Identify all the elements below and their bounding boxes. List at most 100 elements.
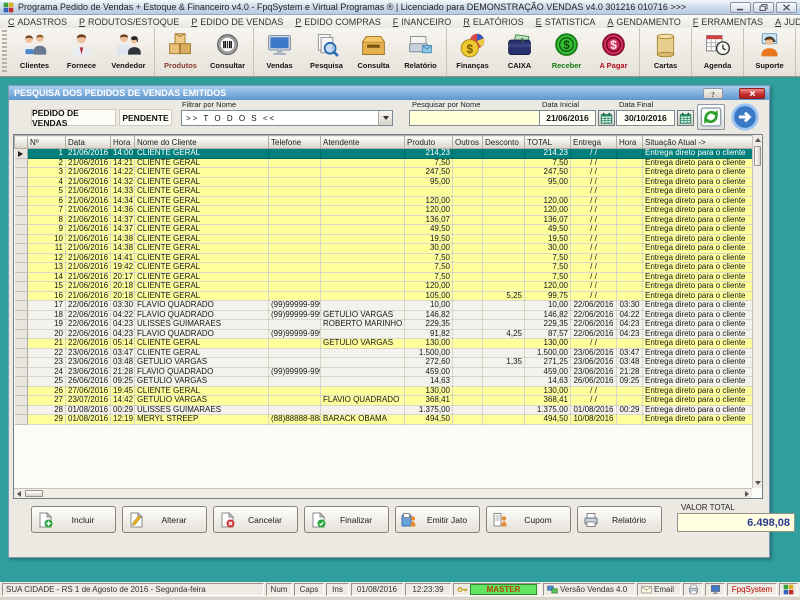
- scroll-left-arrow[interactable]: [14, 489, 24, 499]
- col-header-n[interactable]: Nº: [28, 136, 66, 149]
- table-row[interactable]: 2022/06/201604:23FLÁVIO QUADRADO(99)9999…: [15, 329, 755, 339]
- date-start-calendar-button[interactable]: [598, 110, 615, 126]
- col-header-telefone[interactable]: Telefone: [269, 136, 321, 149]
- action-cancelar[interactable]: Cancelar: [213, 506, 298, 533]
- toolbar-clientes[interactable]: Clientes: [11, 29, 58, 70]
- toolbar-consultar[interactable]: Consultar: [204, 29, 251, 70]
- toolbar-consulta[interactable]: Consulta: [350, 29, 397, 70]
- toolbar-financas[interactable]: Finanças: [449, 29, 496, 70]
- col-header-hora[interactable]: Hora: [111, 136, 135, 149]
- action-emitir-jato[interactable]: Emitir Jato: [395, 506, 480, 533]
- toolbar-vendas[interactable]: Vendas: [256, 29, 303, 70]
- combo-dropdown-button[interactable]: [378, 111, 392, 125]
- toolbar-receber[interactable]: Receber: [543, 29, 590, 70]
- action-relatorio[interactable]: Relatório: [577, 506, 662, 533]
- menu-item-financeiro[interactable]: FINANCEIRO: [387, 17, 458, 27]
- menu-item-ajuda[interactable]: AJUDA: [769, 17, 800, 27]
- table-row[interactable]: 2627/06/201619:45CLIENTE GERAL130,00130,…: [15, 386, 755, 396]
- tab-pedido-de-vendas[interactable]: PEDIDO DE VENDAS: [31, 109, 116, 126]
- col-header-data[interactable]: Data: [66, 136, 111, 149]
- filter-name-combobox[interactable]: >> T O D O S <<: [181, 110, 393, 126]
- minimize-button[interactable]: [730, 2, 751, 13]
- go-search-button[interactable]: [731, 103, 759, 131]
- toolbar-vendedor[interactable]: Vendedor: [105, 29, 152, 70]
- col-header-entrega[interactable]: Entrega: [571, 136, 617, 149]
- action-finalizar[interactable]: Finalizar: [304, 506, 389, 533]
- table-row[interactable]: 1922/06/201604:23ULISSES GUIMARAESROBERT…: [15, 320, 755, 330]
- col-header-total[interactable]: TOTAL: [525, 136, 571, 149]
- menu-item-cadastros[interactable]: CADASTROS: [2, 17, 73, 27]
- toolbar-relatorio[interactable]: Relatório: [397, 29, 444, 70]
- horizontal-scroll-thumb[interactable]: [25, 490, 43, 497]
- toolbar-a-pagar[interactable]: A Pagar: [590, 29, 637, 70]
- action-cupom[interactable]: Cupom: [486, 506, 571, 533]
- col-header-desconto[interactable]: Desconto: [483, 136, 525, 149]
- search-name-input[interactable]: [409, 110, 541, 126]
- table-row[interactable]: 721/06/201614:36CLIENTE GERAL120,00120,0…: [15, 206, 755, 216]
- menu-item-estatistica[interactable]: ESTATISTICA: [530, 17, 602, 27]
- toolbar-agenda[interactable]: Agenda: [694, 29, 741, 70]
- vertical-scroll-thumb[interactable]: [754, 146, 761, 166]
- scroll-up-arrow[interactable]: [753, 135, 763, 145]
- status-screen-button[interactable]: [705, 583, 725, 596]
- table-row[interactable]: 1521/06/201620:18CLIENTE GERAL120,00120,…: [15, 282, 755, 292]
- menu-item-pedido-compras[interactable]: PEDIDO COMPRAS: [289, 17, 387, 27]
- table-row[interactable]: 1722/06/201603:30FLÁVIO QUADRADO(99)9999…: [15, 301, 755, 311]
- toolbar-cartas[interactable]: Cartas: [642, 29, 689, 70]
- toolbar-caixa[interactable]: CAIXA: [496, 29, 543, 70]
- table-row[interactable]: 221/06/201614:21CLIENTE GERAL7,507,50/ /…: [15, 158, 755, 168]
- action-incluir[interactable]: Incluir: [31, 506, 116, 533]
- menu-item-produtos-estoque[interactable]: PRODUTOS/ESTOQUE: [73, 17, 185, 27]
- scroll-down-arrow[interactable]: [753, 478, 763, 488]
- panel-help-button[interactable]: [703, 88, 723, 99]
- close-button[interactable]: [776, 2, 797, 13]
- table-row[interactable]: 2801/08/201600:29ULISSES GUIMARAES1.375,…: [15, 405, 755, 415]
- date-end-input[interactable]: 30/10/2016: [616, 110, 675, 126]
- restore-button[interactable]: [753, 2, 774, 13]
- horizontal-scrollbar[interactable]: [14, 488, 752, 498]
- table-row[interactable]: 2323/06/201603:48GETULIO VARGAS272,601,3…: [15, 358, 755, 368]
- col-header-produto[interactable]: Produto: [405, 136, 453, 149]
- table-row[interactable]: 1221/06/201614:41CLIENTE GERAL7,507,50/ …: [15, 253, 755, 263]
- table-row[interactable]: 2526/06/201609:25GETULIO VARGAS14,6314,6…: [15, 377, 755, 387]
- table-row[interactable]: 921/06/201614:37CLIENTE GERAL49,5049,50/…: [15, 225, 755, 235]
- action-alterar[interactable]: Alterar: [122, 506, 207, 533]
- table-row[interactable]: 1822/06/201604:22FLÁVIO QUADRADO(99)9999…: [15, 310, 755, 320]
- menu-item-relatorios[interactable]: RELATÓRIOS: [457, 17, 529, 27]
- refresh-button[interactable]: [697, 104, 725, 130]
- table-row[interactable]: 2723/07/201614:42GETULIO VARGASFLAVIO QU…: [15, 396, 755, 406]
- col-header-nome-do-cliente[interactable]: Nome do Cliente: [135, 136, 269, 149]
- table-row[interactable]: 121/06/201614:00CLIENTE GERAL214,23214,2…: [15, 149, 755, 159]
- panel-close-button[interactable]: [739, 88, 765, 99]
- table-row[interactable]: 1421/06/201620:17CLIENTE GERAL7,507,50/ …: [15, 272, 755, 282]
- toolbar-fornece[interactable]: Fornece: [58, 29, 105, 70]
- toolbar-pesquisa[interactable]: Pesquisa: [303, 29, 350, 70]
- col-header-situacao-atual[interactable]: Situação Atual ->: [643, 136, 755, 149]
- col-header-hora[interactable]: Hora: [617, 136, 643, 149]
- table-row[interactable]: 1321/06/201619:42CLIENTE GERAL7,507,50/ …: [15, 263, 755, 273]
- date-start-input[interactable]: 21/06/2016: [539, 110, 596, 126]
- vertical-scrollbar[interactable]: [752, 135, 762, 488]
- date-end-calendar-button[interactable]: [677, 110, 694, 126]
- tab-pendente[interactable]: PENDENTE: [119, 109, 172, 126]
- table-row[interactable]: 2122/06/201605:14CLIENTE GERALGETULIO VA…: [15, 339, 755, 349]
- table-row[interactable]: 821/06/201614:37CLIENTE GERAL136,07136,0…: [15, 215, 755, 225]
- table-row[interactable]: 421/06/201614:32CLIENTE GERAL95,0095,00/…: [15, 177, 755, 187]
- scroll-right-arrow[interactable]: [742, 489, 752, 499]
- panel-title-bar[interactable]: PESQUISA DOS PEDIDOS DE VENDAS EMITIDOS: [9, 86, 769, 100]
- col-header-atendente[interactable]: Atendente: [321, 136, 405, 149]
- table-row[interactable]: 621/06/201614:34CLIENTE GERAL120,00120,0…: [15, 196, 755, 206]
- table-row[interactable]: 1621/06/201620:18CLIENTE GERAL105,005,25…: [15, 291, 755, 301]
- table-row[interactable]: 2223/06/201603:47CLIENTE GERAL1.500,001.…: [15, 348, 755, 358]
- menu-item-agendamento[interactable]: AGENDAMENTO: [601, 17, 686, 27]
- toolbar-suporte[interactable]: Suporte: [746, 29, 793, 70]
- table-row[interactable]: 321/06/201614:22CLIENTE GERAL247,50247,5…: [15, 168, 755, 178]
- menu-item-ferramentas[interactable]: FERRAMENTAS: [687, 17, 769, 27]
- col-header-outros[interactable]: Outros: [453, 136, 483, 149]
- table-row[interactable]: 2901/08/201612:19MERYL STREEP(88)88888-8…: [15, 415, 755, 425]
- status-print-button[interactable]: [683, 583, 703, 596]
- menu-item-pedido-de-vendas[interactable]: PEDIDO DE VENDAS: [185, 17, 289, 27]
- status-email-button[interactable]: Email: [637, 583, 681, 596]
- table-row[interactable]: 2423/06/201621:28FLAVIO QUADRADO(99)9999…: [15, 367, 755, 377]
- table-row[interactable]: 1121/06/201614:38CLIENTE GERAL30,0030,00…: [15, 244, 755, 254]
